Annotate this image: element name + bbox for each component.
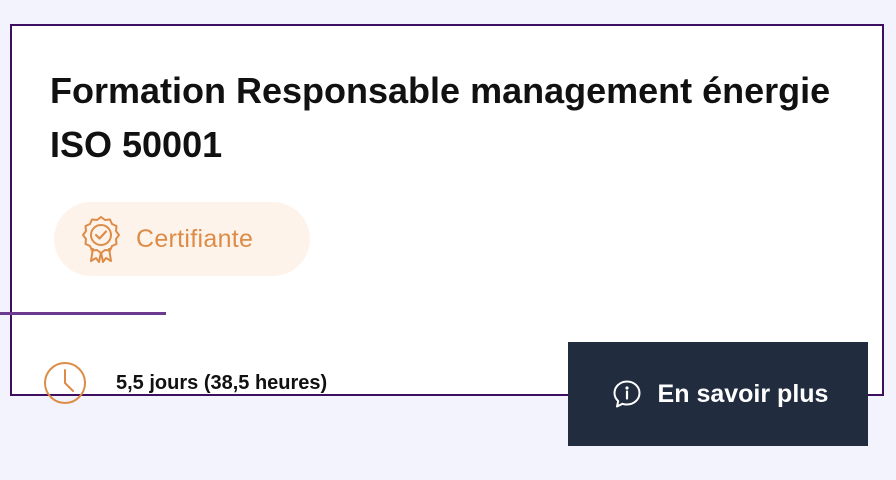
duration-text: 5,5 jours (38,5 heures) (116, 371, 328, 394)
duration-info: 5,5 jours (38,5 heures) (42, 360, 327, 406)
en-savoir-plus-button[interactable]: En savoir plus (568, 342, 868, 446)
course-title: Formation Responsable management énergie… (50, 70, 831, 165)
badge-label: Certifiante (136, 224, 254, 253)
accent-divider (0, 312, 166, 315)
certificate-ribbon-icon (80, 214, 122, 264)
certifiante-badge: Certifiante (54, 202, 310, 276)
clock-icon (42, 360, 88, 406)
cta-label: En savoir plus (657, 379, 829, 408)
course-card: Formation Responsable management énergie… (10, 24, 884, 404)
info-icon (612, 379, 642, 409)
